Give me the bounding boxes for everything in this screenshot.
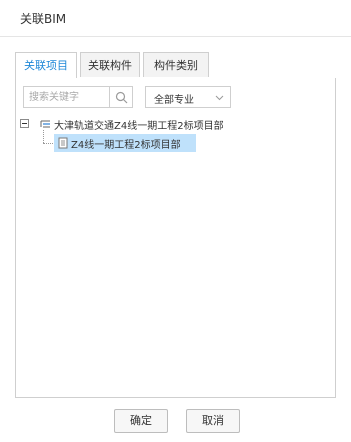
search-icon xyxy=(115,91,128,104)
collapse-toggle[interactable] xyxy=(20,119,29,128)
tree-connector xyxy=(43,130,45,143)
tree-connector xyxy=(43,143,53,145)
dialog-title: 关联BIM xyxy=(20,12,67,26)
tab-panel: 全部专业 大津轨道交通Z4线一期工程2标项目部 xyxy=(15,78,336,398)
tree-node-selected[interactable]: Z4线一期工程2标项目部 xyxy=(54,134,196,152)
tab-bar: 关联项目 关联构件 构件类别 xyxy=(15,52,336,79)
chevron-down-icon xyxy=(215,95,224,101)
tab-related-component[interactable]: 关联构件 xyxy=(80,52,140,77)
confirm-button[interactable]: 确定 xyxy=(114,409,168,433)
title-divider xyxy=(0,36,351,37)
tree-node-label: Z4线一期工程2标项目部 xyxy=(71,140,181,151)
cancel-button[interactable]: 取消 xyxy=(186,409,240,433)
tab-component-category[interactable]: 构件类别 xyxy=(143,52,209,77)
tree-node-label[interactable]: 大津轨道交通Z4线一期工程2标项目部 xyxy=(54,117,224,132)
tree-node-root: 大津轨道交通Z4线一期工程2标项目部 xyxy=(20,116,320,134)
tree-folder-icon xyxy=(40,120,50,128)
search-input[interactable] xyxy=(23,86,109,108)
search-button[interactable] xyxy=(109,86,133,108)
discipline-select[interactable]: 全部专业 xyxy=(145,86,231,108)
document-icon xyxy=(58,137,68,149)
relate-bim-dialog: 关联BIM 关联项目 关联构件 构件类别 全部专业 xyxy=(0,0,351,442)
tab-related-project[interactable]: 关联项目 xyxy=(15,52,77,79)
tree-node-child: Z4线一期工程2标项目部 xyxy=(20,130,320,152)
discipline-select-value: 全部专业 xyxy=(154,95,194,106)
